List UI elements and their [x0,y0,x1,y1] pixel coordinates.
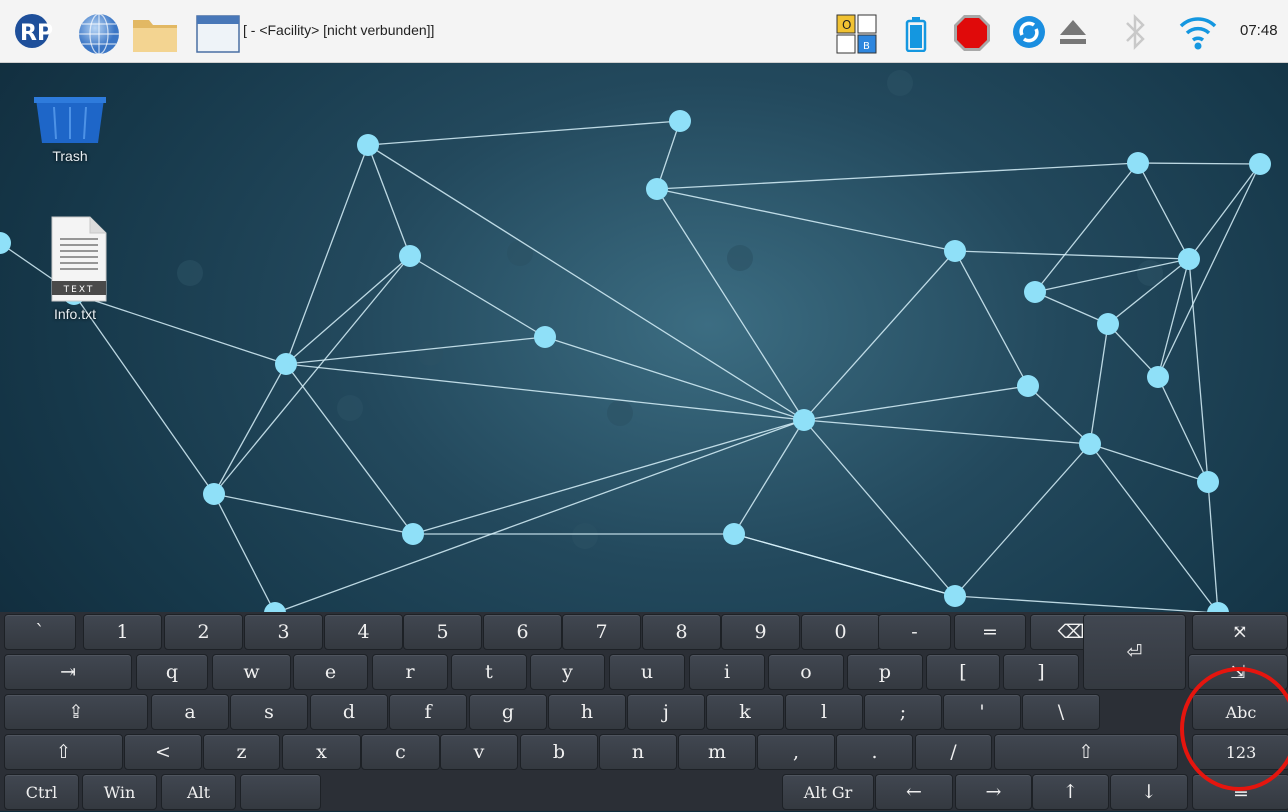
key[interactable]: x [282,734,361,770]
text-badge: TEXT [63,285,95,295]
key[interactable]: i [689,654,765,690]
keyboard-layout-icon[interactable]: O B [836,14,882,54]
key[interactable]: Win [82,774,157,810]
key[interactable]: r [372,654,448,690]
key[interactable]: z [203,734,280,770]
stop-icon[interactable] [953,14,991,52]
key[interactable]: k [706,694,784,730]
key[interactable]: Alt Gr [782,774,874,810]
key[interactable]: n [599,734,677,770]
key[interactable]: ⤧ [1192,614,1288,650]
window-icon[interactable] [196,14,240,54]
key[interactable]: 5 [403,614,482,650]
key[interactable]: ` [4,614,76,650]
key[interactable]: 4 [324,614,403,650]
key[interactable]: ⇪ [4,694,148,730]
folder-icon[interactable] [131,14,179,54]
key[interactable]: 123 [1192,734,1288,770]
key[interactable]: = [954,614,1026,650]
key[interactable]: 7 [562,614,641,650]
key[interactable]: \ [1022,694,1100,730]
key[interactable]: s [230,694,308,730]
key[interactable]: ; [864,694,942,730]
key[interactable]: 8 [642,614,721,650]
trash-desktop-icon[interactable]: Trash [30,79,110,164]
key[interactable]: Ctrl [4,774,79,810]
key[interactable]: , [757,734,835,770]
key[interactable]: ← [875,774,953,810]
key[interactable]: j [627,694,705,730]
clock[interactable]: 07:48 [1240,22,1278,39]
key[interactable]: g [469,694,547,730]
keyboard-home-row: ⇪ a s d f g h j k l; ' \ Abc [0,692,1288,732]
key[interactable]: Abc [1192,694,1288,730]
key[interactable]: [ [926,654,1000,690]
key[interactable]: t [451,654,527,690]
info-txt-desktop-icon[interactable]: TEXT Info.txt [30,215,120,322]
key[interactable]: 9 [721,614,800,650]
keyboard-shift-row: ⇧ < z x c v b n m,. / ⇧ 123 [0,732,1288,772]
key[interactable]: f [389,694,467,730]
text-file-icon: TEXT [51,216,107,302]
window-title[interactable]: [ - <Facility> [nicht verbunden]] [243,22,434,38]
sync-icon[interactable] [1012,15,1046,49]
key[interactable]: ⇲ [1188,654,1288,690]
key[interactable]: d [310,694,388,730]
key[interactable]: v [440,734,518,770]
key[interactable]: p [847,654,923,690]
keyboard-modifier-row: Ctrl Win Alt Alt Gr ← → ↑ ↓ ≡ [0,772,1288,812]
globe-icon[interactable] [77,12,121,56]
rp-logo-icon[interactable]: RP [14,13,54,49]
keyboard-qwerty-row: ⇥ q w e r t y u i o p[] ⏎ ⇲ [0,614,1288,692]
key[interactable]: 6 [483,614,562,650]
key[interactable]: m [678,734,756,770]
trash-icon [34,97,106,143]
key[interactable]: 2 [164,614,243,650]
key[interactable]: ↑ [1032,774,1109,810]
key[interactable]: ' [943,694,1021,730]
kbd-indicator-o: O [842,18,851,32]
taskbar: RP [ - <Facility> [nicht verbunden]] O B… [0,0,1288,63]
key[interactable]: < [124,734,202,770]
key[interactable] [240,774,321,810]
kbd-indicator-b: B [863,41,870,52]
wifi-icon[interactable] [1178,13,1218,51]
key[interactable]: w [212,654,291,690]
key[interactable]: y [530,654,605,690]
key[interactable]: / [915,734,992,770]
key[interactable]: 0 [801,614,880,650]
key[interactable]: - [878,614,951,650]
key[interactable]: . [836,734,913,770]
key[interactable]: ≡ [1192,774,1288,810]
key[interactable]: 1 [83,614,162,650]
key[interactable]: ⇧ [994,734,1178,770]
key[interactable]: 3 [244,614,323,650]
key[interactable]: ⏎ [1083,614,1186,690]
key[interactable]: u [609,654,685,690]
key[interactable]: ↓ [1110,774,1188,810]
key[interactable]: b [520,734,598,770]
key[interactable]: ⇥ [4,654,132,690]
bluetooth-icon[interactable] [1124,13,1148,51]
key[interactable]: Alt [161,774,236,810]
key[interactable]: l [785,694,863,730]
key[interactable]: o [768,654,844,690]
key[interactable]: → [955,774,1032,810]
eject-icon[interactable] [1057,17,1089,47]
key[interactable]: h [548,694,626,730]
key[interactable]: c [361,734,440,770]
trash-label: Trash [52,148,88,164]
svg-text:RP: RP [20,21,53,46]
key[interactable]: a [151,694,229,730]
key[interactable]: e [293,654,368,690]
key[interactable]: ⇧ [4,734,123,770]
key[interactable]: q [136,654,208,690]
key[interactable]: ] [1003,654,1079,690]
battery-icon[interactable] [905,16,927,53]
info-txt-label: Info.txt [53,306,97,322]
on-screen-keyboard: `1234567890-=⌫⊠⤧⇥qwertyuiop[]⏎⇲⇪asdfghjk… [0,612,1288,811]
